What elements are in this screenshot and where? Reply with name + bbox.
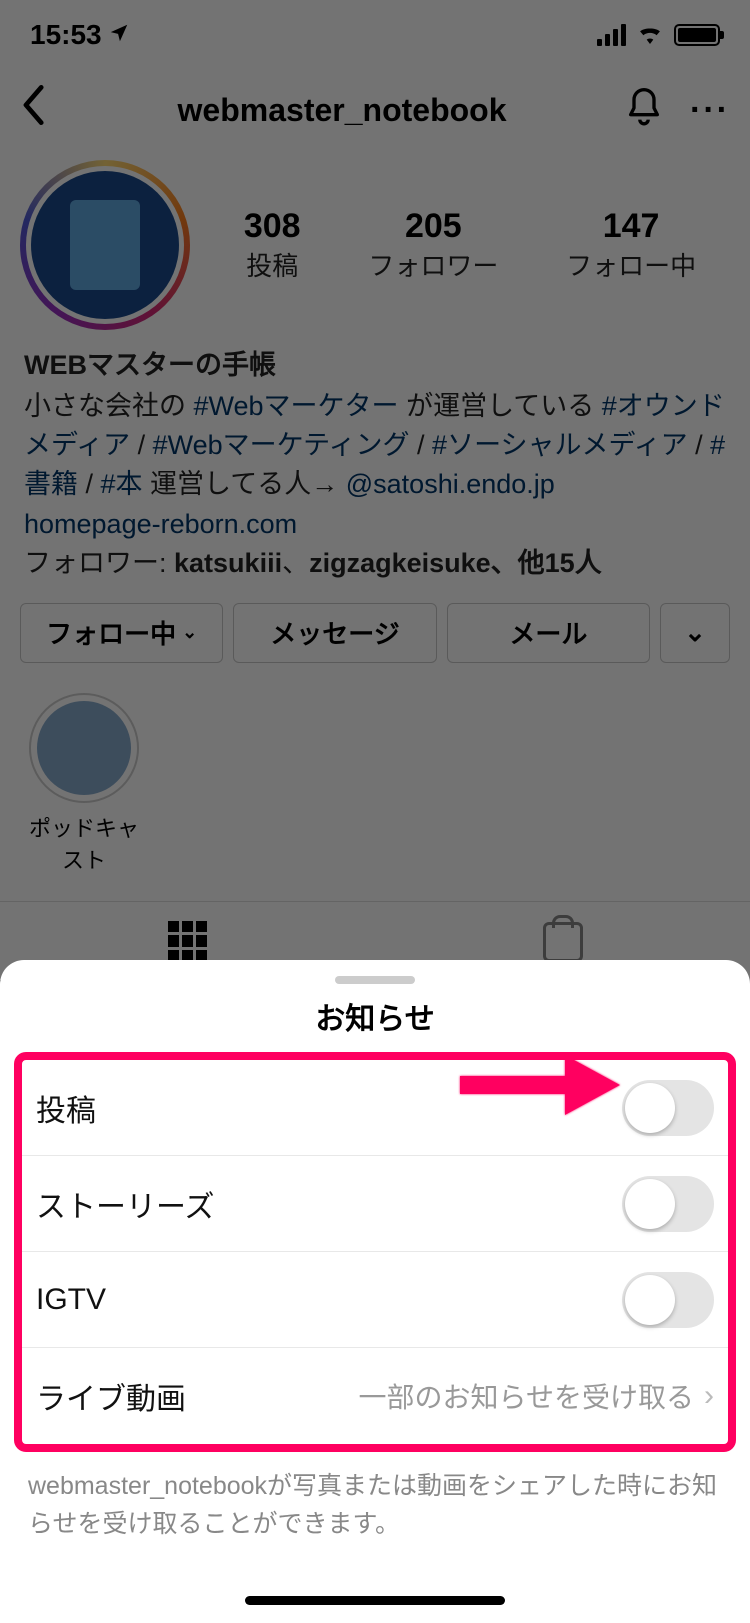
stat-posts[interactable]: 308 投稿	[244, 207, 301, 283]
notifications-sheet: お知らせ 投稿 ストーリーズ IGTV ライブ動画 一部のお知らせを受け取る ›…	[0, 960, 750, 1623]
bell-icon[interactable]	[624, 86, 664, 135]
chevron-down-icon: ⌄	[684, 617, 706, 648]
tagged-icon	[543, 922, 583, 962]
sheet-title: お知らせ	[0, 994, 750, 1038]
suggested-users-button[interactable]: ⌄	[660, 603, 730, 663]
hashtag[interactable]: #Webマーケティング	[153, 430, 410, 460]
profile-header: webmaster_notebook ···	[0, 70, 750, 150]
chevron-down-icon: ⌄	[182, 622, 197, 643]
bio-text: 小さな会社の #Webマーケター が運営している #オウンドメディア / #We…	[24, 387, 726, 504]
setting-row-live[interactable]: ライブ動画 一部のお知らせを受け取る ›	[22, 1348, 728, 1444]
annotation-arrow	[455, 1050, 625, 1125]
chevron-right-icon: ›	[704, 1379, 714, 1413]
stat-followers-count: 205	[368, 207, 498, 246]
hashtag[interactable]: #本	[101, 469, 143, 499]
sheet-footer-text: webmaster_notebookが写真または動画をシェアした時にお知らせを受…	[0, 1452, 750, 1543]
mail-button[interactable]: メール	[447, 603, 650, 663]
stat-followers[interactable]: 205 フォロワー	[368, 207, 498, 283]
location-icon	[108, 19, 130, 51]
setting-label-stories: ストーリーズ	[36, 1182, 215, 1226]
battery-icon	[674, 24, 720, 46]
setting-row-igtv: IGTV	[22, 1252, 728, 1348]
toggle-stories[interactable]	[622, 1176, 714, 1232]
stat-following-count: 147	[566, 207, 696, 246]
cellular-icon	[597, 24, 626, 46]
status-bar: 15:53	[0, 0, 750, 70]
toggle-igtv[interactable]	[622, 1272, 714, 1328]
status-time: 15:53	[30, 19, 102, 51]
hashtag[interactable]: #Webマーケター	[194, 391, 399, 421]
setting-label-posts: 投稿	[36, 1086, 96, 1130]
stat-posts-count: 308	[244, 207, 301, 246]
back-button[interactable]	[20, 85, 60, 135]
message-button[interactable]: メッセージ	[233, 603, 436, 663]
more-icon[interactable]: ···	[690, 91, 730, 130]
header-username: webmaster_notebook	[60, 92, 624, 129]
setting-sub-live: 一部のお知らせを受け取る	[359, 1376, 694, 1416]
following-button[interactable]: フォロー中⌄	[20, 603, 223, 663]
stat-posts-label: 投稿	[244, 246, 301, 283]
toggle-posts[interactable]	[622, 1080, 714, 1136]
stat-followers-label: フォロワー	[368, 246, 498, 283]
display-name: WEBマスターの手帳	[24, 346, 726, 385]
home-indicator[interactable]	[245, 1596, 505, 1605]
setting-label-igtv: IGTV	[36, 1283, 106, 1317]
setting-row-stories: ストーリーズ	[22, 1156, 728, 1252]
setting-label-live: ライブ動画	[36, 1374, 186, 1418]
annotation-highlight-box: 投稿 ストーリーズ IGTV ライブ動画 一部のお知らせを受け取る ›	[14, 1052, 736, 1452]
grid-icon	[168, 921, 208, 961]
mention[interactable]: @satoshi.endo.jp	[346, 469, 555, 499]
sheet-handle[interactable]	[335, 976, 415, 984]
stat-following[interactable]: 147 フォロー中	[566, 207, 696, 283]
avatar[interactable]	[20, 160, 190, 330]
hashtag[interactable]: #ソーシャルメディア	[432, 430, 688, 460]
highlight-label: ポッドキャスト	[24, 811, 144, 875]
website-link[interactable]: homepage-reborn.com	[24, 505, 726, 544]
wifi-icon	[636, 19, 664, 51]
stat-following-label: フォロー中	[566, 246, 696, 283]
story-highlight[interactable]: ポッドキャスト	[24, 693, 144, 875]
followed-by[interactable]: フォロワー: katsukiii、zigzagkeisuke、他15人	[24, 544, 726, 583]
